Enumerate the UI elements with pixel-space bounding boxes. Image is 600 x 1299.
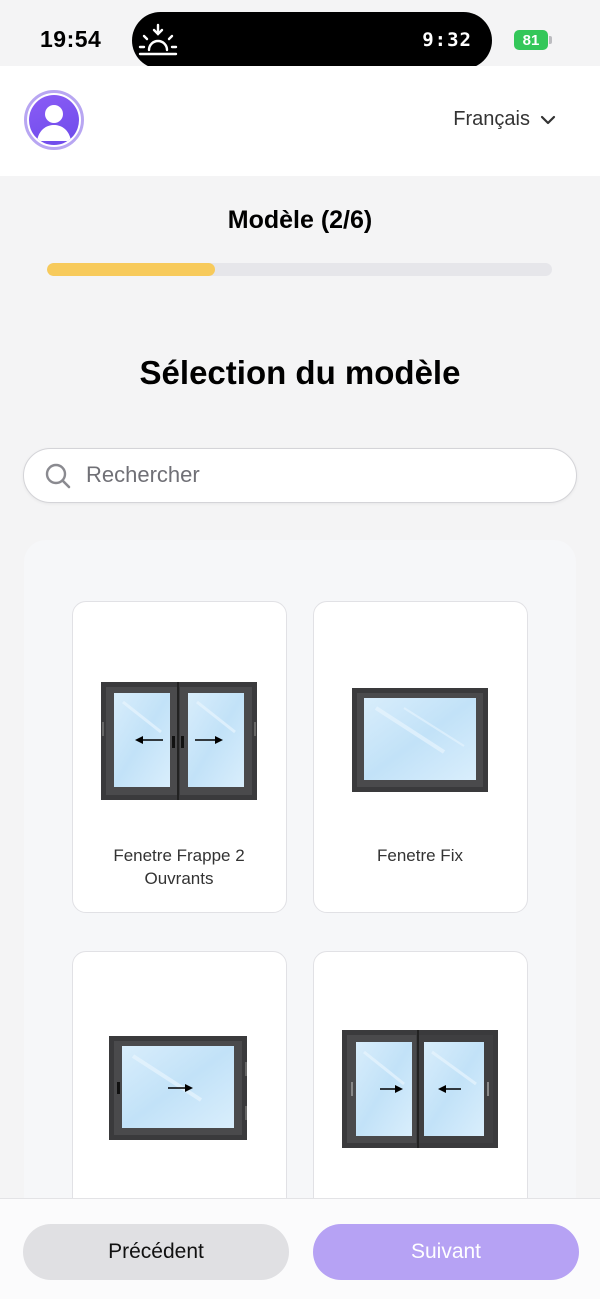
battery-level: 81 <box>522 31 540 49</box>
chevron-down-icon <box>540 115 556 124</box>
language-select[interactable]: Français <box>453 108 556 131</box>
search-icon <box>45 463 71 489</box>
step-title: Modèle (2/6) <box>227 206 373 234</box>
island-time: 9:32 <box>422 29 472 51</box>
model-label: Fenetre Fix <box>377 846 463 865</box>
page-title: Sélection du modèle <box>139 354 461 391</box>
window-casement-2-sash-icon <box>101 682 257 800</box>
previous-button[interactable]: Précédent <box>23 1224 289 1280</box>
status-time: 19:54 <box>40 26 102 52</box>
window-sliding-2-panel-icon <box>342 1030 498 1148</box>
window-casement-1-sash-icon <box>109 1036 247 1140</box>
progress-fill <box>47 263 216 276</box>
window-fixed-icon <box>352 688 488 792</box>
status-bar: 19:54 9:32 81 <box>0 0 600 69</box>
bottom-bar: Précédent Suivant <box>0 1198 600 1299</box>
app-header: Français <box>0 66 600 176</box>
model-grid: Fenetre Frappe 2 Ouvrants Fenetre Fix <box>24 540 576 1263</box>
sunrise-icon <box>138 23 178 56</box>
battery-icon: 81 <box>514 30 548 50</box>
search-input[interactable] <box>86 449 566 501</box>
search-box[interactable] <box>23 448 577 503</box>
dynamic-island: 9:32 <box>132 12 492 69</box>
model-label: Fenetre Frappe 2 Ouvrants <box>113 846 245 888</box>
progress-bar <box>47 263 552 276</box>
model-card-fenetre-fix[interactable]: Fenetre Fix <box>313 601 528 913</box>
model-card-fenetre-frappe-2-ouvrants[interactable]: Fenetre Frappe 2 Ouvrants <box>72 601 287 913</box>
language-label: Français <box>453 108 530 130</box>
user-avatar-icon[interactable] <box>24 90 84 150</box>
battery-tip <box>549 36 552 44</box>
avatar-image <box>29 95 79 145</box>
person-icon <box>37 105 71 141</box>
next-button[interactable]: Suivant <box>313 1224 579 1280</box>
